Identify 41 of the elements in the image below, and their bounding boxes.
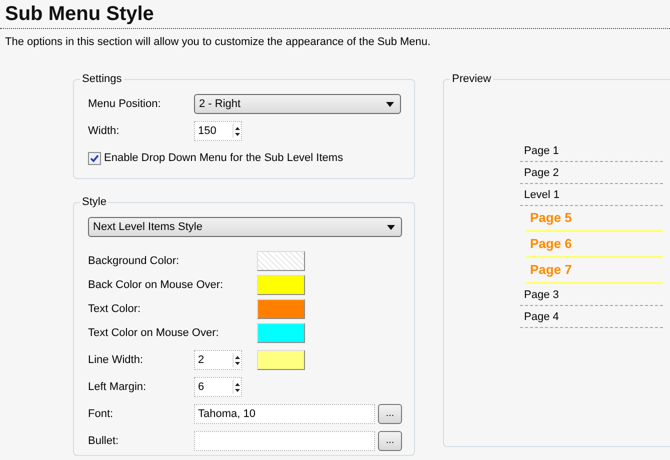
- caret-icon: [386, 102, 394, 106]
- caret-icon: [387, 224, 395, 230]
- group-legend: Style: [80, 195, 108, 209]
- field-label: Menu Position:: [88, 98, 162, 110]
- number-spinner[interactable]: 2: [194, 350, 242, 370]
- menu-item[interactable]: Level 1: [520, 184, 663, 206]
- number-spinner[interactable]: 6: [194, 377, 242, 397]
- browse-button[interactable]: ...: [378, 431, 402, 451]
- color-swatch[interactable]: [257, 275, 305, 295]
- text-field[interactable]: [194, 431, 375, 451]
- field-label: Text Color on Mouse Over:: [88, 327, 220, 339]
- field-label: Font:: [88, 408, 114, 420]
- text-field[interactable]: Tahoma, 10: [194, 404, 375, 424]
- field-label: Width:: [88, 125, 120, 137]
- description-text: The options in this section will allow you to customize the appearance of the Sub Menu.: [5, 35, 432, 49]
- field-label: Bullet:: [88, 435, 120, 447]
- page-title: Sub Menu Style: [5, 2, 155, 27]
- field-label: Back Color on Mouse Over:: [88, 279, 224, 291]
- checkbox-label: Enable Drop Down Menu for the Sub Level Items: [104, 152, 344, 164]
- field-label: Background Color:: [88, 255, 180, 267]
- checkbox[interactable]: [88, 152, 101, 164]
- menu-item[interactable]: Page 2: [520, 162, 663, 184]
- field-label: Line Width:: [88, 354, 144, 366]
- field-label: Left Margin:: [88, 381, 148, 393]
- menu-item[interactable]: Page 3: [520, 284, 663, 306]
- spin-arrows-icon[interactable]: [232, 123, 241, 139]
- menu-item[interactable]: Page 1: [520, 140, 663, 162]
- position-dropdown[interactable]: 2 - Right: [194, 94, 401, 114]
- menu-item[interactable]: Page 4: [520, 306, 663, 328]
- field-label: Text Color:: [88, 303, 142, 315]
- number-spinner[interactable]: 150: [194, 121, 242, 141]
- color-swatch[interactable]: [257, 350, 305, 370]
- style-dropdown[interactable]: Next Level Items Style: [88, 217, 402, 237]
- color-swatch[interactable]: [257, 323, 305, 343]
- group-legend: Settings: [80, 72, 124, 86]
- check-icon: [90, 154, 99, 162]
- browse-button[interactable]: ...: [378, 404, 402, 424]
- spin-arrows-icon[interactable]: [232, 352, 241, 368]
- spin-arrows-icon[interactable]: [232, 379, 241, 395]
- color-swatch[interactable]: [257, 251, 305, 271]
- color-swatch[interactable]: [257, 299, 305, 319]
